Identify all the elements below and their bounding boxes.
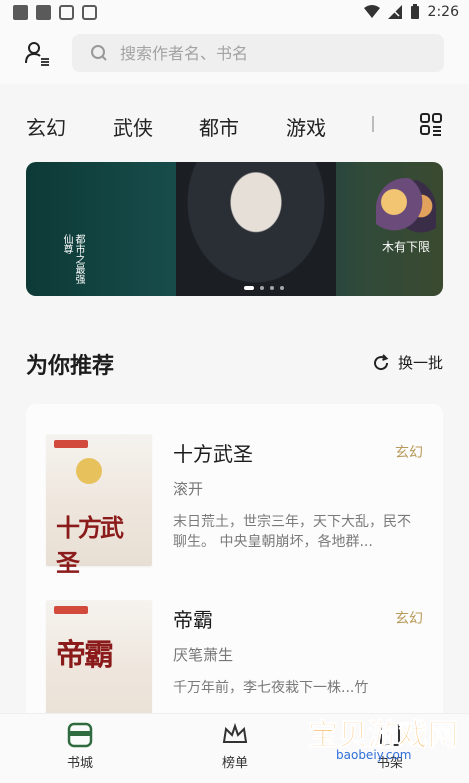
book-title[interactable]: 帝霸: [173, 604, 213, 633]
wifi-icon: [363, 5, 380, 18]
notification-icons: [13, 5, 97, 20]
cover-sun-image: [76, 458, 102, 484]
bookstore-icon: [67, 722, 93, 748]
notification-app-icon: [82, 5, 97, 20]
book-cover[interactable]: 十方武圣: [46, 434, 152, 577]
signal-icon: [387, 5, 402, 19]
banner-dot[interactable]: [280, 286, 284, 290]
tab-xuanhuan[interactable]: 玄幻: [26, 112, 66, 141]
banner-vertical-text: 都市之最强仙尊: [61, 234, 84, 284]
status-bar: 2:26: [0, 0, 469, 26]
tab-youxi[interactable]: 游戏: [286, 112, 326, 141]
book-genre-tag: 玄幻: [395, 445, 423, 461]
status-icons: 2:26: [363, 4, 459, 20]
category-grid-icon[interactable]: [419, 112, 443, 136]
refresh-icon: [374, 353, 389, 370]
banner-character-image: [176, 162, 336, 296]
book-author: 厌笔萧生: [173, 646, 234, 664]
publisher-logo: [54, 606, 88, 614]
crown-icon: [222, 722, 248, 743]
search-bar[interactable]: [72, 34, 444, 72]
nav-ranking[interactable]: 榜单: [195, 722, 275, 771]
search-input[interactable]: [118, 42, 422, 64]
notification-shield-icon: [59, 5, 74, 20]
search-icon: [91, 45, 107, 61]
notification-gallery-icon: [36, 5, 51, 20]
cover-title-art: 帝霸: [56, 638, 114, 673]
notification-image-icon: [13, 5, 28, 20]
publisher-logo: [54, 440, 88, 448]
nav-bookstore[interactable]: 书城: [40, 722, 120, 771]
nav-label: 榜单: [221, 756, 248, 771]
refresh-button[interactable]: 换一批: [372, 352, 443, 373]
top-bar: [0, 26, 469, 84]
tab-dushi[interactable]: 都市: [199, 112, 239, 141]
recommend-card: 十方武圣 十方武圣 玄幻 滚开 末日荒土，世宗三年，天下大乱，民不聊生。 中央皇…: [26, 404, 443, 734]
book-description: 千万年前，李七夜栽下一株...竹: [173, 680, 369, 696]
book-title[interactable]: 十方武圣: [173, 438, 253, 467]
book-genre-tag: 玄幻: [395, 611, 423, 627]
banner-dot[interactable]: [244, 286, 254, 290]
book-description: 末日荒土，世宗三年，天下大乱，民不聊生。 中央皇朝崩坏，各地群...: [173, 514, 411, 550]
user-menu-icon[interactable]: [24, 40, 50, 66]
banner-pagination: [244, 286, 284, 290]
refresh-label: 换一批: [397, 354, 443, 372]
book-author: 滚开: [173, 480, 204, 498]
banner-note: 木有下限: [382, 240, 431, 254]
tab-wuxia[interactable]: 武侠: [113, 112, 153, 141]
book-item[interactable]: 十方武圣 十方武圣 玄幻 滚开 末日荒土，世宗三年，天下大乱，民不聊生。 中央皇…: [26, 434, 443, 594]
battery-icon: [410, 4, 419, 19]
status-time: 2:26: [427, 4, 459, 20]
cover-title-art: 十方武圣: [56, 514, 124, 577]
banner-dot[interactable]: [260, 286, 264, 290]
promo-banner[interactable]: 都市之最强仙尊 木有下限: [26, 162, 443, 296]
category-tabs: 玄幻 武侠 都市 游戏: [0, 100, 469, 148]
tab-divider: [372, 116, 374, 132]
nav-label: 书城: [66, 756, 93, 771]
site-watermark: 宝贝游戏网 baobeiy.com: [300, 698, 469, 782]
banner-dot[interactable]: [270, 286, 274, 290]
section-title: 为你推荐: [26, 354, 115, 379]
watermark-url: baobeiy.com: [336, 748, 412, 762]
